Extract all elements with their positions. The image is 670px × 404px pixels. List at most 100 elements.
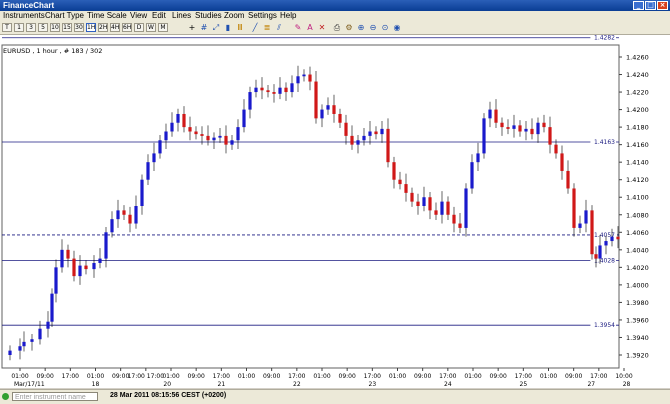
delete-lines-icon[interactable]: ✕ (317, 23, 327, 33)
timeframe-button-10m[interactable]: 10 (50, 23, 60, 32)
timeframe-button-1m[interactable]: 1 (14, 23, 24, 32)
price-chart[interactable]: 1.4260 1.4240 1.4220 1.4200 1.4180 1.4160 1.41… (0, 35, 670, 388)
candle-body (416, 201, 420, 206)
time-tick-label: 01:00 (313, 373, 330, 380)
connection-status-icon (2, 393, 9, 400)
pencil-icon[interactable]: ✎ (293, 23, 303, 33)
time-date-label: 21 (218, 381, 226, 388)
menu-time-scale[interactable]: Time Scale (87, 11, 127, 22)
zoom-in-icon[interactable]: ⊕ (356, 23, 366, 33)
crosshair-icon[interactable]: + (187, 23, 197, 33)
time-date-label: 18 (92, 381, 100, 388)
scroll-right-icon[interactable]: ◉ (392, 23, 402, 33)
timeframe-button-5m[interactable]: 5 (38, 23, 48, 32)
candle-body (152, 153, 156, 163)
candle-body (554, 144, 558, 154)
timeframe-button-4h[interactable]: 4H (110, 23, 120, 32)
candle-body (78, 265, 82, 277)
timeframe-button-tick[interactable]: T (2, 23, 12, 32)
candle-body (158, 140, 162, 154)
candle-body (278, 87, 282, 94)
print-icon[interactable]: ⎙ (332, 23, 342, 33)
menu-help[interactable]: Help (280, 11, 296, 22)
menu-edit[interactable]: Edit (152, 11, 166, 22)
settings-icon[interactable]: ⚙ (344, 23, 354, 33)
menu-studies[interactable]: Studies (195, 11, 222, 22)
time-tick-label: 17:00 17:00 (128, 373, 165, 380)
bar-chart-icon[interactable]: ▮ (223, 23, 233, 33)
candle-body (248, 92, 252, 110)
price-tick-label: 1.4240 (626, 71, 649, 79)
timeframe-button-6h[interactable]: 6H (122, 23, 132, 32)
line-tool-icon[interactable]: ╱ (250, 23, 260, 33)
candle-body (344, 122, 348, 136)
time-tick-label: 09:00 (565, 373, 582, 380)
minimize-button[interactable]: _ (633, 1, 644, 10)
candle-body (18, 346, 22, 351)
price-tick-label: 1.3960 (626, 316, 649, 324)
candle-body (116, 210, 120, 220)
candle-body (182, 113, 186, 128)
fibonacci-icon[interactable]: ≣ (262, 23, 272, 33)
candle-body (110, 219, 114, 233)
candle-body (356, 140, 360, 145)
candle-body (464, 188, 468, 228)
menu-settings[interactable]: Settings (248, 11, 277, 22)
candle-body (610, 236, 614, 242)
candle-body (176, 113, 180, 123)
candle-body (170, 122, 174, 132)
candle-body (616, 236, 620, 240)
text-tool-icon[interactable]: A (305, 23, 315, 33)
maximize-button[interactable]: □ (645, 1, 656, 10)
candle-body (104, 232, 108, 259)
price-tick-label: 1.4000 (626, 281, 649, 289)
candle-body (22, 341, 26, 347)
time-tick-label: 17:00 (288, 373, 305, 380)
zoom-reset-icon[interactable]: ⊙ (380, 23, 390, 33)
menu-lines[interactable]: Lines (172, 11, 191, 22)
timeframe-button-1h[interactable]: 1H (86, 23, 96, 32)
timeframe-button-3m[interactable]: 3 (26, 23, 36, 32)
candle-body (38, 328, 42, 340)
candle-body (296, 76, 300, 84)
candle-body (188, 127, 192, 132)
candle-body (254, 87, 258, 93)
candle-body (350, 135, 354, 145)
zoom-fit-icon[interactable]: ⤢ (211, 23, 221, 33)
candle-body (218, 135, 222, 138)
time-tick-label: 17:00 (590, 373, 607, 380)
timeframe-button-15m[interactable]: 15 (62, 23, 72, 32)
timeframe-button-weekly[interactable]: W (146, 23, 156, 32)
price-tick-label: 1.4020 (626, 264, 649, 272)
close-button[interactable]: × (657, 1, 668, 10)
menu-chart-type[interactable]: Chart Type (45, 11, 84, 22)
timeframe-button-monthly[interactable]: M (158, 23, 168, 32)
candle-body (428, 197, 432, 211)
timeframe-button-30m[interactable]: 30 (74, 23, 84, 32)
candle-body (140, 179, 144, 206)
candle-body (98, 258, 102, 263)
menu-instruments[interactable]: Instruments (3, 11, 45, 22)
time-tick-label: 01:00 (162, 373, 179, 380)
channel-icon[interactable]: ⫽ (274, 23, 284, 33)
candle-body (194, 131, 198, 135)
menu-zoom[interactable]: Zoom (224, 11, 244, 22)
price-tick-label: 1.4080 (626, 211, 649, 219)
time-tick-label: 09:00 (339, 373, 356, 380)
timeframe-button-daily[interactable]: D (134, 23, 144, 32)
candle-body (266, 90, 270, 93)
candle-body (54, 267, 58, 294)
candle-body (434, 210, 438, 215)
timeframe-button-2h[interactable]: 2H (98, 23, 108, 32)
grid-icon[interactable]: # (199, 23, 209, 33)
candle-body (542, 122, 546, 128)
candle-body (308, 74, 312, 82)
instrument-search-input[interactable]: Enter instrument name (12, 392, 98, 401)
candle-body (236, 127, 240, 141)
zoom-out-icon[interactable]: ⊖ (368, 23, 378, 33)
candle-body (404, 184, 408, 193)
chart-area[interactable]: 1.4260 1.4240 1.4220 1.4200 1.4180 1.4160 1.41… (0, 35, 670, 388)
candle-body (206, 135, 210, 141)
menu-view[interactable]: View (130, 11, 147, 22)
candlestick-icon[interactable]: Ⅲ (235, 23, 245, 33)
